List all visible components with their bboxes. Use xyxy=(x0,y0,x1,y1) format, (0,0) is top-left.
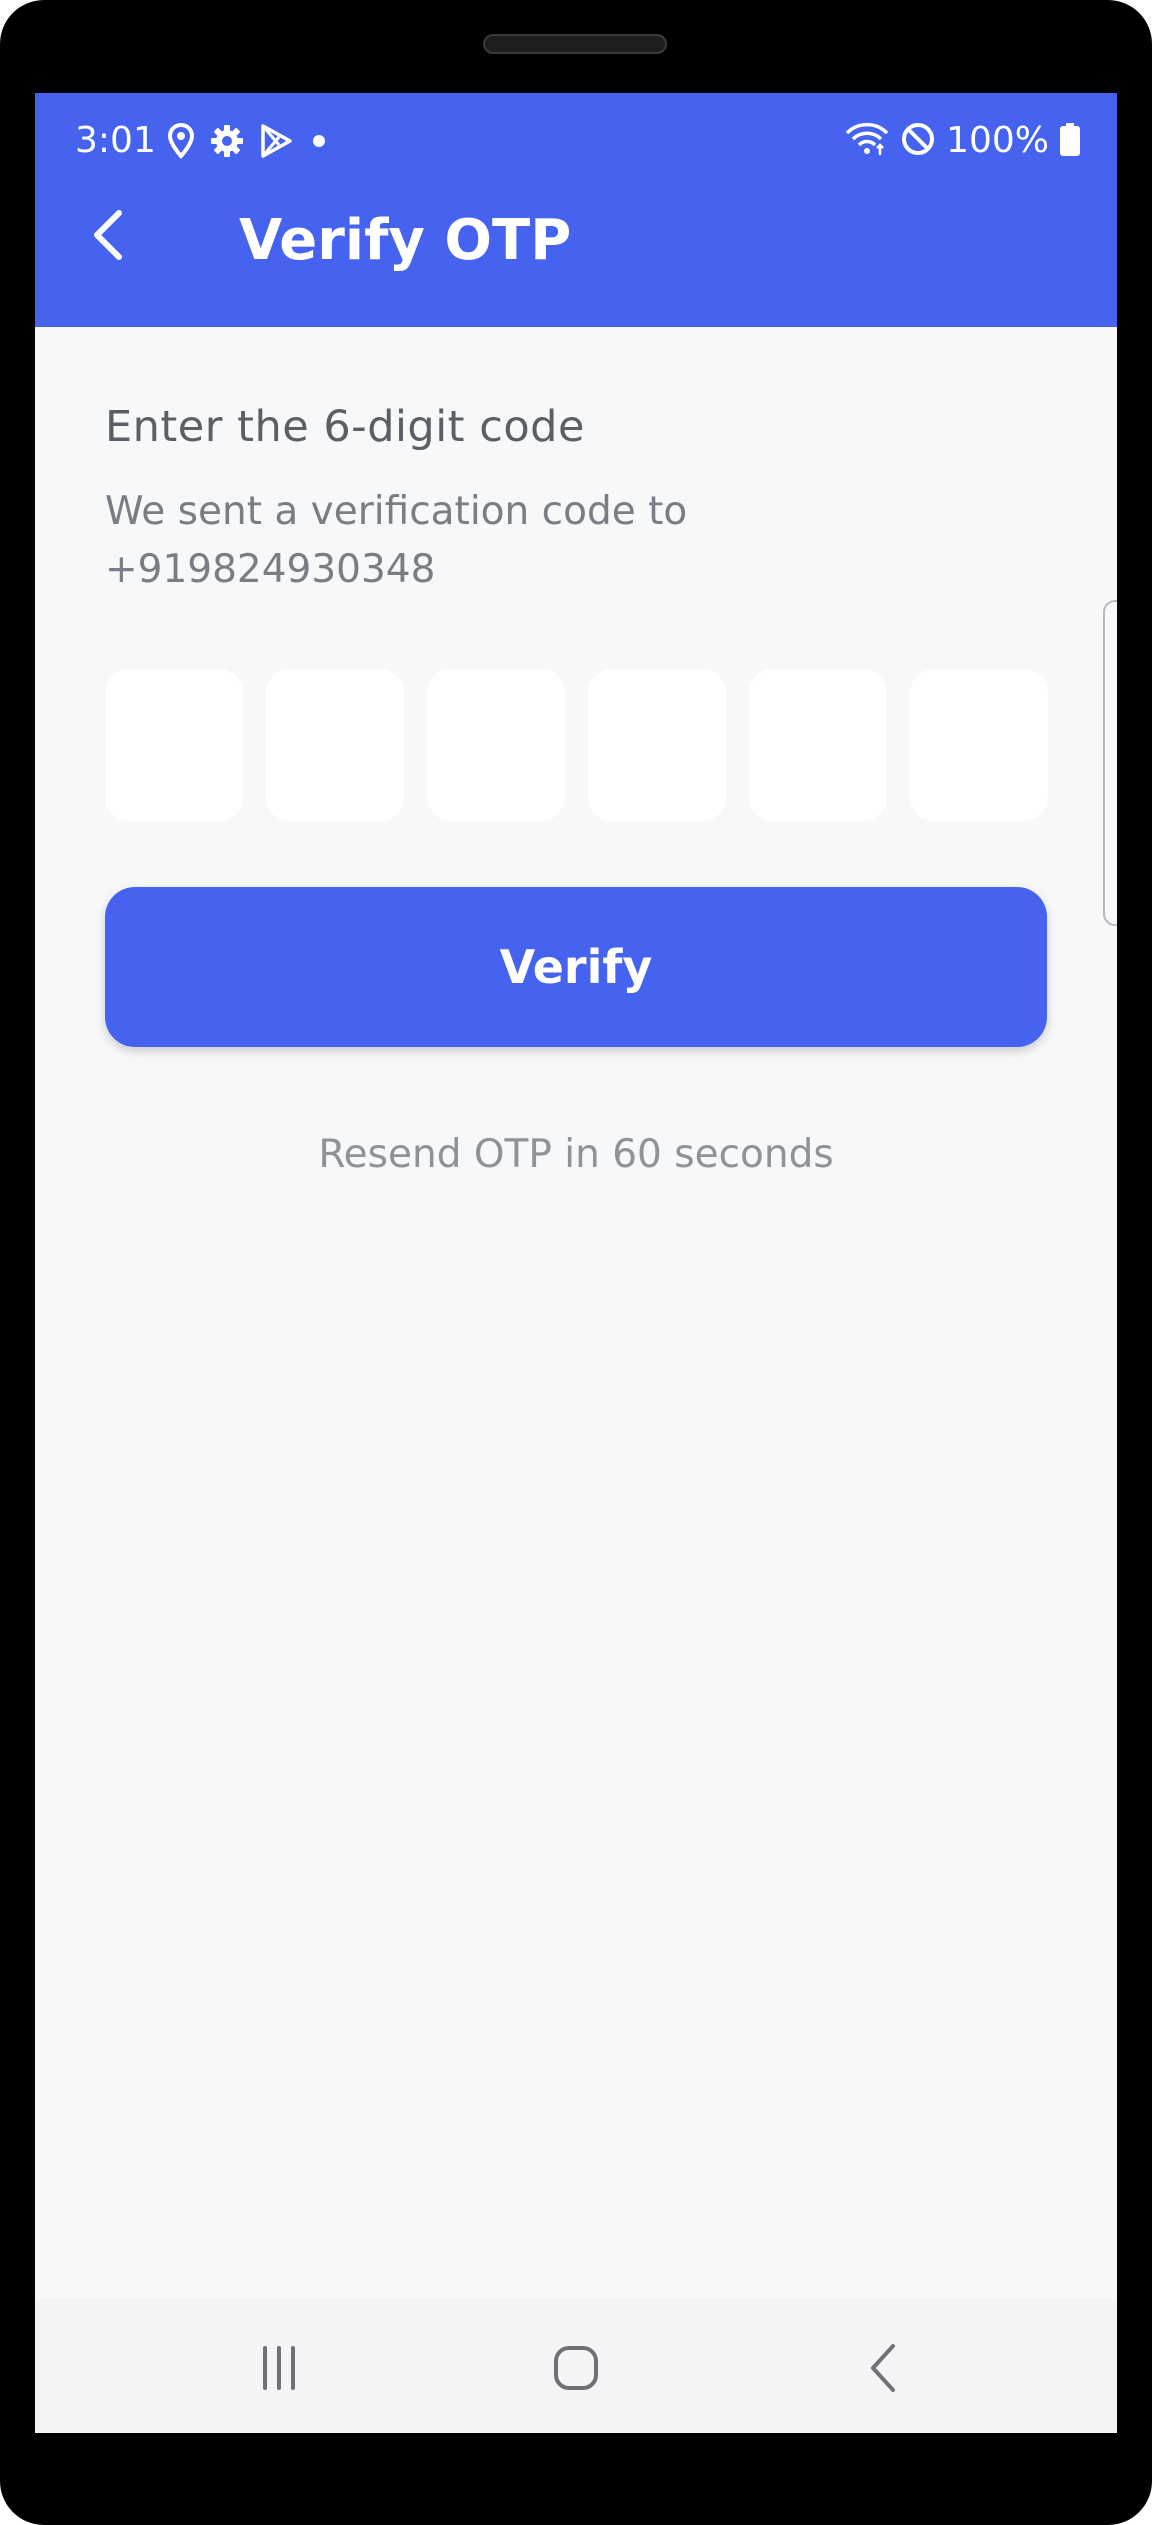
page-title: Verify OTP xyxy=(239,208,572,273)
otp-digit-2[interactable] xyxy=(266,669,404,821)
otp-digit-4[interactable] xyxy=(588,669,726,821)
verify-button[interactable]: Verify xyxy=(105,887,1047,1047)
do-not-disturb-icon xyxy=(900,121,936,161)
otp-digit-3[interactable] xyxy=(427,669,565,821)
gear-icon xyxy=(209,123,245,163)
app-bar: 3:01 100% Verify OTP xyxy=(35,93,1117,327)
battery-percent: 100% xyxy=(946,120,1049,161)
play-store-icon xyxy=(259,123,293,163)
recent-apps-icon xyxy=(263,2346,295,2390)
wifi-icon xyxy=(844,121,890,161)
back-arrow-icon xyxy=(94,210,122,260)
otp-input-row xyxy=(105,669,1048,821)
recent-apps-button[interactable] xyxy=(229,2328,329,2408)
status-icons-right: 100% xyxy=(844,121,1081,161)
battery-icon xyxy=(1059,121,1081,161)
otp-digit-6[interactable] xyxy=(910,669,1048,821)
phone-frame: 3:01 100% Verify OTP Enter the 6-digit c… xyxy=(0,0,1152,2525)
earpiece-speaker xyxy=(483,34,667,54)
otp-subtext: We sent a verification code to +91982493… xyxy=(105,489,688,592)
home-icon xyxy=(554,2346,598,2390)
system-back-button[interactable] xyxy=(833,2328,933,2408)
back-icon xyxy=(871,2344,895,2392)
screen: 3:01 100% Verify OTP Enter the 6-digit c… xyxy=(35,93,1117,2433)
resend-otp-countdown: Resend OTP in 60 seconds xyxy=(318,1132,834,1177)
edge-panel-handle[interactable] xyxy=(1103,600,1117,926)
dot-icon xyxy=(307,123,331,163)
home-button[interactable] xyxy=(526,2328,626,2408)
location-icon xyxy=(167,122,195,163)
otp-digit-1[interactable] xyxy=(105,669,243,821)
back-button[interactable] xyxy=(75,203,139,267)
otp-heading: Enter the 6-digit code xyxy=(105,402,585,452)
system-nav-bar xyxy=(35,2298,1117,2433)
status-time: 3:01 xyxy=(75,120,156,161)
status-icons-left xyxy=(167,122,331,163)
otp-digit-5[interactable] xyxy=(749,669,887,821)
